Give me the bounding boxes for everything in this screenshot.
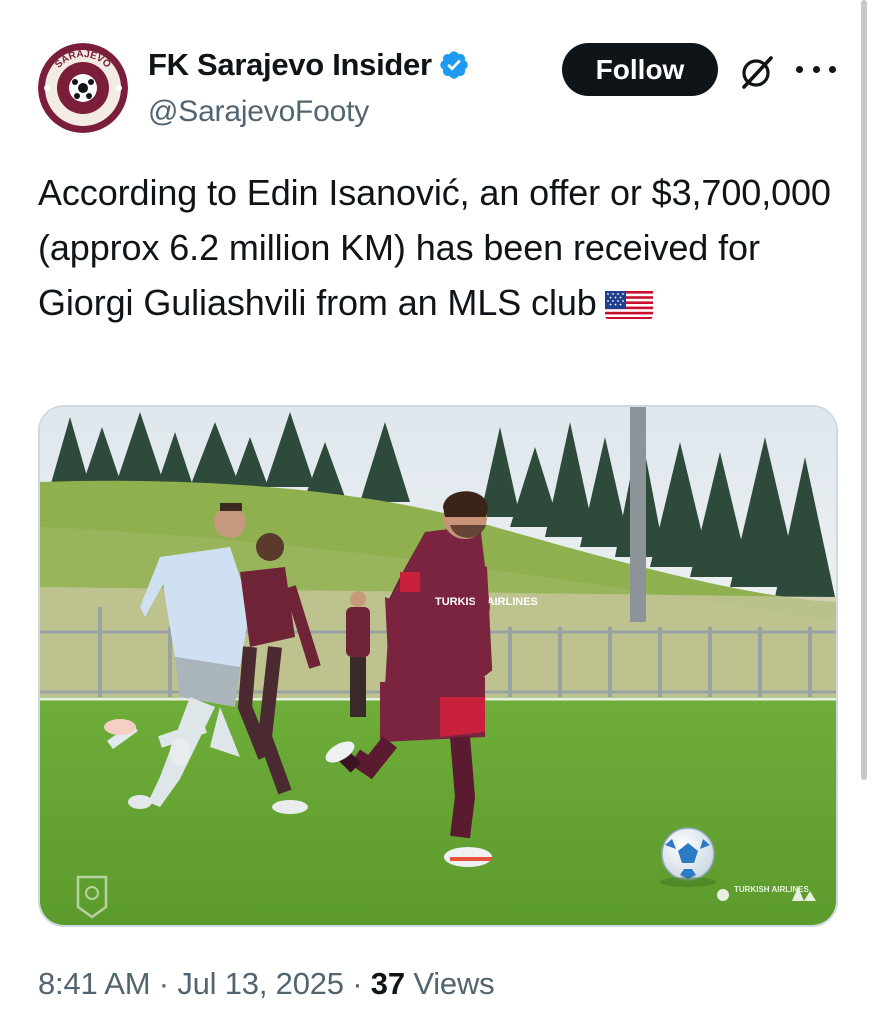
more-icon[interactable] xyxy=(796,54,836,84)
tweet-header: SARAJEVO FOOTY FK Sarajevo Insider @Sara… xyxy=(38,40,838,140)
us-flag-icon xyxy=(604,285,653,319)
display-name[interactable]: FK Sarajevo Insider xyxy=(148,47,470,83)
meta-separator-2: · xyxy=(352,966,363,1001)
tweet-photo[interactable]: TURKISH AIRLINES TURKISH AIRLINES xyxy=(38,405,838,927)
views-count[interactable]: 37 xyxy=(371,966,405,1001)
tweet-text: According to Edin Isanović, an offer or … xyxy=(38,165,848,330)
scrollbar[interactable] xyxy=(861,0,867,780)
name-block: FK Sarajevo Insider @SarajevoFooty xyxy=(148,47,470,129)
views-label[interactable]: Views xyxy=(413,966,494,1001)
tweet-body: According to Edin Isanović, an offer or … xyxy=(38,172,831,323)
handle[interactable]: @SarajevoFooty xyxy=(148,95,470,129)
meta-separator: · xyxy=(158,966,169,1001)
follow-button[interactable]: Follow xyxy=(562,43,718,96)
avatar[interactable]: SARAJEVO FOOTY xyxy=(38,43,128,133)
verified-badge-icon xyxy=(438,49,470,81)
tweet-date[interactable]: Jul 13, 2025 xyxy=(177,966,344,1001)
grok-icon[interactable] xyxy=(738,52,778,92)
tweet-meta: 8:41 AM · Jul 13, 2025 · 37 Views xyxy=(38,966,495,1002)
football xyxy=(661,827,715,881)
tweet-time[interactable]: 8:41 AM xyxy=(38,966,151,1001)
